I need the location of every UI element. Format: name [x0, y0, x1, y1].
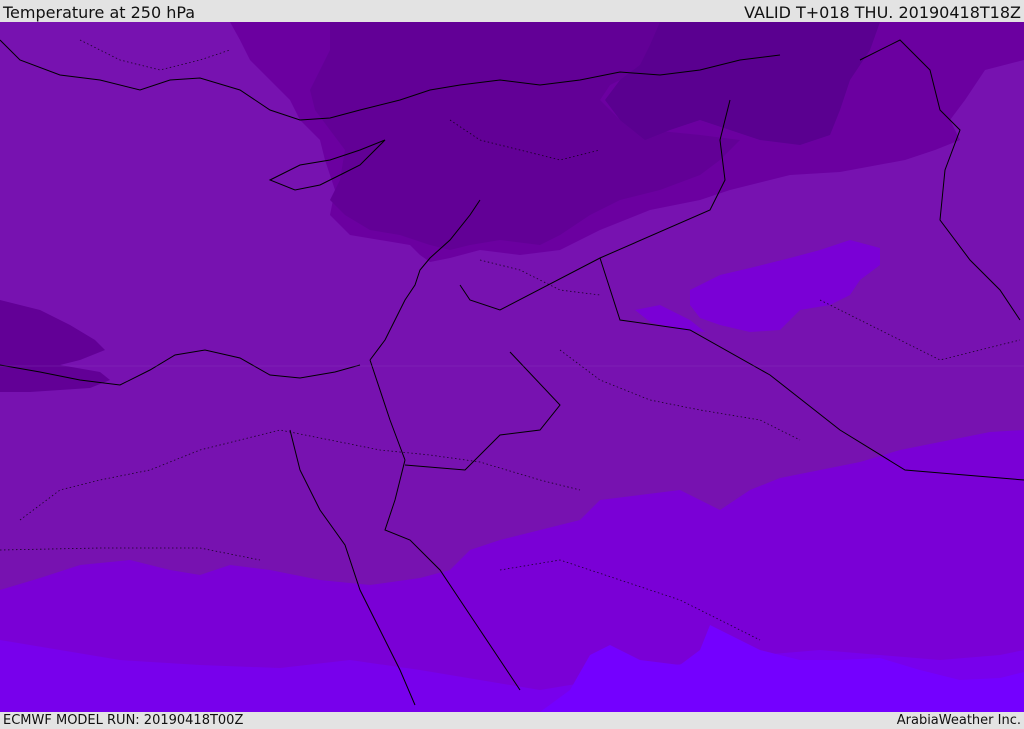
credit-text: ArabiaWeather Inc. — [896, 713, 1021, 728]
footer-bar: ECMWF MODEL RUN: 20190418T00Z ArabiaWeat… — [0, 712, 1024, 729]
temperature-map[interactable] — [0, 22, 1024, 712]
valid-time: VALID T+018 THU. 20190418T18Z — [744, 3, 1021, 22]
model-run: ECMWF MODEL RUN: 20190418T00Z — [3, 713, 244, 728]
map-title: Temperature at 250 hPa — [3, 3, 196, 22]
header-bar: Temperature at 250 hPa VALID T+018 THU. … — [0, 0, 1024, 22]
